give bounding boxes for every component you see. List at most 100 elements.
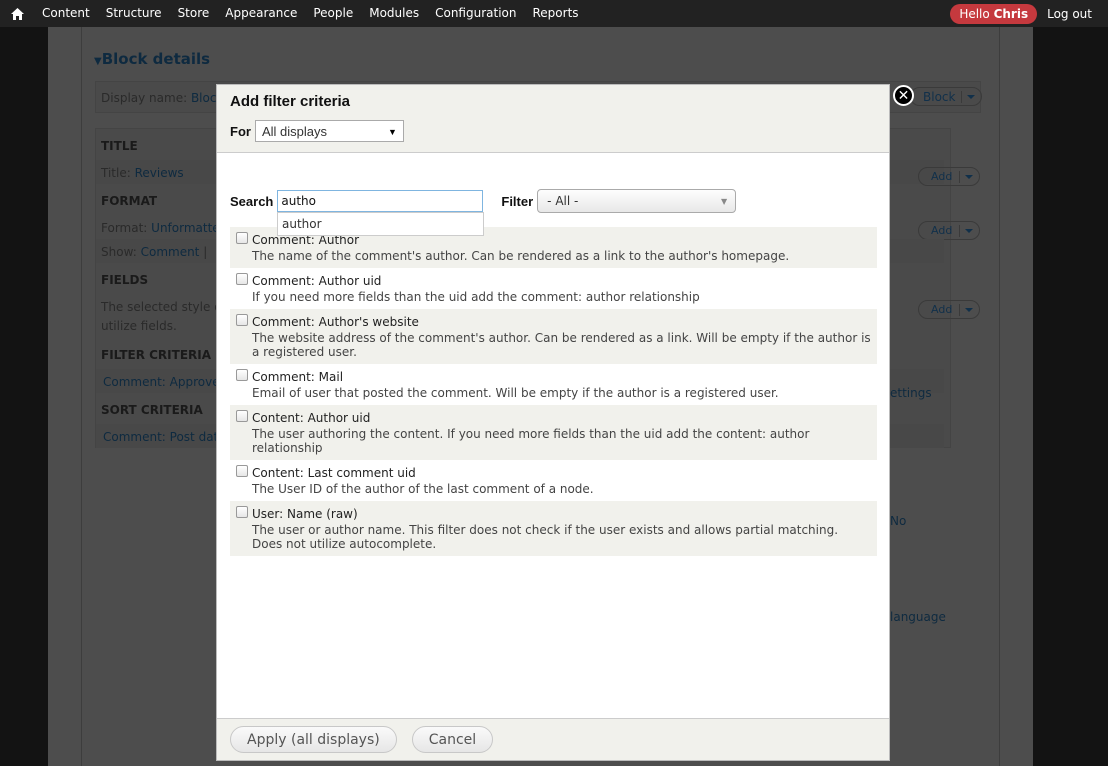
dialog-footer: Apply (all displays) Cancel xyxy=(217,718,889,760)
caret-down-icon xyxy=(965,175,973,179)
option-title: User: Name (raw) xyxy=(252,507,358,521)
fields-add-button[interactable]: Add xyxy=(918,300,980,319)
option-checkbox[interactable] xyxy=(236,465,248,477)
search-row: Search Filter - All - ▼ xyxy=(230,189,737,213)
title-add-button[interactable]: Add xyxy=(918,167,980,186)
title-heading: TITLE xyxy=(101,139,138,153)
nav-people[interactable]: People xyxy=(305,0,361,27)
fields-text-2: utilize fields. xyxy=(101,319,177,333)
for-select-value: All displays xyxy=(261,123,327,139)
nav-appearance[interactable]: Appearance xyxy=(217,0,305,27)
for-label: For xyxy=(230,123,251,139)
autocomplete-suggestion[interactable]: author xyxy=(277,212,484,236)
option-title: Comment: Author uid xyxy=(252,274,382,288)
fields-text-1: The selected style o xyxy=(101,300,222,314)
option-description: If you need more fields than the uid add… xyxy=(252,290,700,304)
format-value[interactable]: Unformatte xyxy=(151,221,220,235)
format-add-button[interactable]: Add xyxy=(918,221,980,240)
format-label: Format: xyxy=(101,221,148,235)
close-dialog-button[interactable]: ✕ xyxy=(893,85,914,106)
triangle-down-icon: ▼ xyxy=(94,56,102,67)
filter-option[interactable]: Content: Author uid The user authoring t… xyxy=(230,405,877,460)
filter-option[interactable]: Comment: Mail Email of user that posted … xyxy=(230,364,877,405)
filter-criteria-item[interactable]: Comment: Approve xyxy=(103,375,220,389)
display-name-label: Display name: xyxy=(101,91,188,105)
fields-heading: FIELDS xyxy=(101,273,149,287)
nav-reports[interactable]: Reports xyxy=(525,0,587,27)
nav-configuration[interactable]: Configuration xyxy=(427,0,524,27)
add-label: Add xyxy=(931,224,953,237)
format-setting: Format: Unformatte xyxy=(101,221,220,235)
option-description: The user authoring the content. If you n… xyxy=(252,427,810,455)
block-details-toggle[interactable]: ▼Block details xyxy=(94,50,210,68)
home-icon xyxy=(10,7,24,20)
add-label: Add xyxy=(931,303,953,316)
filter-options-list: Comment: Author The name of the comment'… xyxy=(230,227,877,556)
filter-option[interactable]: Comment: Author uid If you need more fie… xyxy=(230,268,877,309)
show-setting: Show: Comment | xyxy=(101,245,207,259)
option-checkbox[interactable] xyxy=(236,273,248,285)
show-separator: | xyxy=(203,245,208,259)
dialog-title: Add filter criteria xyxy=(230,93,351,110)
admin-toolbar: Content Structure Store Appearance Peopl… xyxy=(0,0,1108,27)
settings-link[interactable]: ettings xyxy=(890,386,932,400)
block-details-label: Block details xyxy=(101,50,211,68)
nav-store[interactable]: Store xyxy=(170,0,218,27)
close-icon: ✕ xyxy=(897,87,910,104)
option-checkbox[interactable] xyxy=(236,506,248,518)
filter-option[interactable]: Comment: Author's website The website ad… xyxy=(230,309,877,364)
option-checkbox[interactable] xyxy=(236,232,248,244)
option-title: Comment: Author's website xyxy=(252,315,419,329)
show-label: Show: xyxy=(101,245,137,259)
filter-option[interactable]: Content: Last comment uid The User ID of… xyxy=(230,460,877,501)
caret-down-icon xyxy=(965,308,973,312)
filter-option[interactable]: User: Name (raw) The user or author name… xyxy=(230,501,877,556)
filter-criteria-heading: FILTER CRITERIA xyxy=(101,348,212,362)
no-link[interactable]: No xyxy=(890,514,906,528)
user-name: Chris xyxy=(993,6,1029,21)
caret-down-icon xyxy=(967,95,975,99)
option-checkbox[interactable] xyxy=(236,314,248,326)
logout-link[interactable]: Log out xyxy=(1047,7,1108,21)
language-link[interactable]: language xyxy=(890,610,946,624)
title-label: Title: xyxy=(101,166,131,180)
search-input[interactable] xyxy=(277,190,484,212)
add-filter-dialog: Add filter criteria For All displays ▼ S… xyxy=(216,84,890,761)
show-value[interactable]: Comment xyxy=(141,245,200,259)
option-checkbox[interactable] xyxy=(236,410,248,422)
sort-criteria-item[interactable]: Comment: Post dat xyxy=(103,430,218,444)
search-label: Search xyxy=(230,193,274,209)
filter-label: Filter xyxy=(501,193,534,209)
option-description: The User ID of the author of the last co… xyxy=(252,482,594,496)
filter-select-value: - All - xyxy=(547,194,579,208)
caret-down-icon xyxy=(965,229,973,233)
option-checkbox[interactable] xyxy=(236,369,248,381)
option-title: Content: Last comment uid xyxy=(252,466,416,480)
dropdown-arrow-icon: ▼ xyxy=(721,197,728,206)
dialog-header: Add filter criteria For All displays ▼ xyxy=(217,85,889,153)
cancel-button[interactable]: Cancel xyxy=(411,726,494,753)
block-dropbutton[interactable]: Block xyxy=(910,87,982,106)
option-title: Comment: Mail xyxy=(252,370,344,384)
apply-button[interactable]: Apply (all displays) xyxy=(230,726,397,753)
filter-select[interactable]: - All - ▼ xyxy=(537,189,737,213)
page-border-left xyxy=(81,27,82,766)
for-select[interactable]: All displays ▼ xyxy=(254,120,404,142)
dropdown-arrow-icon: ▼ xyxy=(388,127,397,137)
nav-modules[interactable]: Modules xyxy=(361,0,427,27)
nav-structure[interactable]: Structure xyxy=(98,0,170,27)
block-button-label: Block xyxy=(923,89,956,104)
sort-criteria-heading: SORT CRITERIA xyxy=(101,403,203,417)
title-value[interactable]: Reviews xyxy=(135,166,184,180)
option-description: Email of user that posted the comment. W… xyxy=(252,386,779,400)
option-title: Content: Author uid xyxy=(252,411,371,425)
option-description: The website address of the comment's aut… xyxy=(252,331,871,359)
home-link[interactable] xyxy=(0,0,34,27)
nav-content[interactable]: Content xyxy=(34,0,98,27)
page-border-right xyxy=(999,27,1000,766)
display-name-row: Display name: Block xyxy=(101,91,223,105)
add-label: Add xyxy=(931,170,953,183)
title-setting: Title: Reviews xyxy=(101,166,184,180)
user-greeting[interactable]: Hello Chris xyxy=(950,3,1038,24)
option-description: The name of the comment's author. Can be… xyxy=(252,249,790,263)
